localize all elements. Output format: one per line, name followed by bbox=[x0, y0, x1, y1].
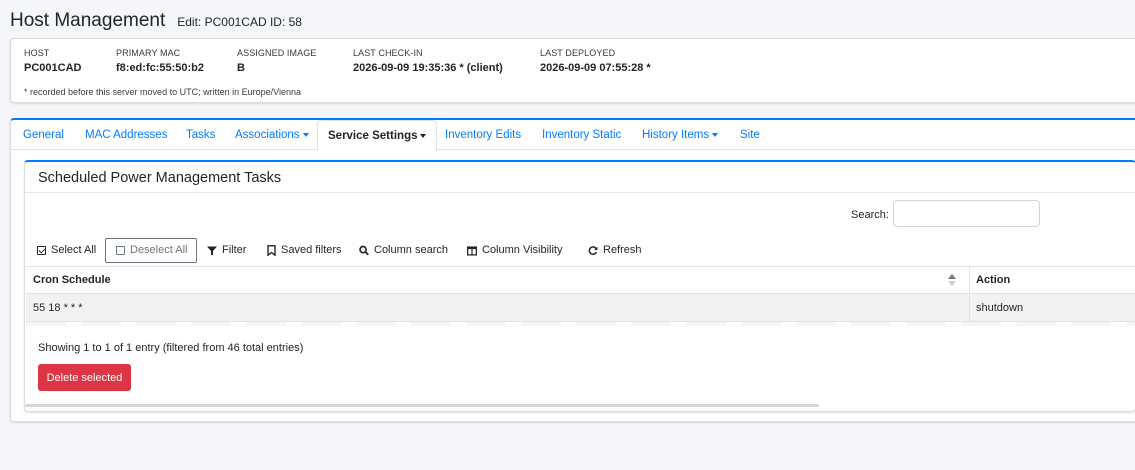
card-divider bbox=[25, 192, 1135, 193]
tab-associations[interactable]: Associations bbox=[235, 120, 309, 150]
tabs-card: General MAC Addresses Tasks Associations… bbox=[10, 118, 1135, 422]
select-all-button[interactable]: Select All bbox=[36, 238, 96, 263]
assigned-image-value: B bbox=[237, 62, 245, 74]
host-label: HOST bbox=[24, 48, 50, 58]
table-toolbar: Select All Deselect All Filter Saved fil… bbox=[25, 238, 725, 264]
last-checkin-field: LAST CHECK-IN 2026-09-09 19:35:36 * (cli… bbox=[353, 48, 503, 74]
page-subtitle: Edit: PC001CAD ID: 58 bbox=[177, 15, 302, 29]
page-title: Host Management bbox=[10, 10, 166, 31]
columns-icon bbox=[467, 245, 477, 256]
assigned-image-field: ASSIGNED IMAGE B bbox=[237, 48, 316, 74]
chevron-down-icon bbox=[712, 132, 719, 137]
tab-bar: General MAC Addresses Tasks Associations… bbox=[11, 120, 1135, 151]
last-deployed-label: LAST DEPLOYED bbox=[540, 48, 616, 58]
table-footer-rule bbox=[26, 322, 1135, 326]
refresh-icon bbox=[588, 246, 598, 256]
column-search-button[interactable]: Column search bbox=[359, 238, 448, 263]
checkbox-checked-icon bbox=[36, 246, 46, 256]
column-header-action[interactable]: Action bbox=[976, 267, 1010, 294]
sort-icon[interactable] bbox=[948, 274, 956, 288]
checkbox-empty-icon bbox=[115, 246, 125, 256]
page-header: Host Management Edit: PC001CAD ID: 58 bbox=[10, 10, 302, 32]
tab-inventory-static[interactable]: Inventory Static bbox=[542, 120, 621, 150]
timezone-note: * recorded before this server moved to U… bbox=[24, 87, 301, 97]
assigned-image-label: ASSIGNED IMAGE bbox=[237, 48, 317, 58]
last-deployed-field: LAST DEPLOYED 2026-09-09 07:55:28 * bbox=[540, 48, 651, 74]
last-checkin-value: 2026-09-09 19:35:36 * (client) bbox=[353, 62, 503, 74]
column-divider bbox=[969, 267, 970, 293]
deselect-all-button[interactable]: Deselect All bbox=[105, 238, 198, 263]
refresh-button[interactable]: Refresh bbox=[588, 238, 642, 263]
table-header: Cron Schedule Action bbox=[26, 266, 1135, 294]
card-title: Scheduled Power Management Tasks bbox=[38, 170, 282, 186]
chevron-down-icon bbox=[420, 133, 427, 138]
tab-site[interactable]: Site bbox=[740, 120, 760, 150]
table-row[interactable]: 55 18 * * * shutdown bbox=[26, 294, 1135, 322]
table-info: Showing 1 to 1 of 1 entry (filtered from… bbox=[38, 342, 304, 354]
tab-tasks[interactable]: Tasks bbox=[186, 120, 215, 150]
last-checkin-label: LAST CHECK-IN bbox=[353, 48, 423, 58]
action-cell: shutdown bbox=[976, 302, 1024, 314]
bookmark-icon bbox=[266, 245, 276, 256]
host-info-card: HOST PC001CAD PRIMARY MAC f8:ed:fc:55:50… bbox=[10, 38, 1135, 103]
search-input[interactable] bbox=[893, 200, 1040, 227]
power-tasks-card: Scheduled Power Management Tasks Search:… bbox=[24, 160, 1135, 412]
host-value: PC001CAD bbox=[24, 62, 82, 74]
search-icon bbox=[359, 245, 369, 256]
saved-filters-button[interactable]: Saved filters bbox=[266, 238, 342, 263]
primary-mac-field: PRIMARY MAC f8:ed:fc:55:50:b2 bbox=[116, 48, 204, 74]
column-visibility-button[interactable]: Column Visibility bbox=[467, 238, 563, 263]
host-field: HOST PC001CAD bbox=[24, 48, 81, 74]
horizontal-scrollbar[interactable] bbox=[25, 404, 819, 407]
search-label: Search: bbox=[851, 209, 889, 221]
cron-schedule-cell: 55 18 * * * bbox=[33, 302, 83, 314]
chevron-down-icon bbox=[302, 132, 309, 137]
column-header-cron-schedule[interactable]: Cron Schedule bbox=[33, 267, 111, 294]
primary-mac-value: f8:ed:fc:55:50:b2 bbox=[116, 62, 205, 74]
primary-mac-label: PRIMARY MAC bbox=[116, 48, 181, 58]
power-tasks-table: Cron Schedule Action 55 18 * * * shutdow… bbox=[26, 266, 1135, 326]
last-deployed-value: 2026-09-09 07:55:28 * bbox=[540, 62, 651, 74]
tab-service-settings[interactable]: Service Settings bbox=[317, 120, 438, 151]
filter-icon bbox=[207, 245, 217, 256]
tab-mac-addresses[interactable]: MAC Addresses bbox=[85, 120, 167, 150]
tab-history-items[interactable]: History Items bbox=[642, 120, 719, 150]
filter-button[interactable]: Filter bbox=[207, 238, 246, 263]
column-divider bbox=[969, 294, 970, 321]
tab-inventory-edits[interactable]: Inventory Edits bbox=[445, 120, 521, 150]
tab-general[interactable]: General bbox=[23, 120, 64, 150]
delete-selected-button[interactable]: Delete selected bbox=[38, 364, 131, 391]
